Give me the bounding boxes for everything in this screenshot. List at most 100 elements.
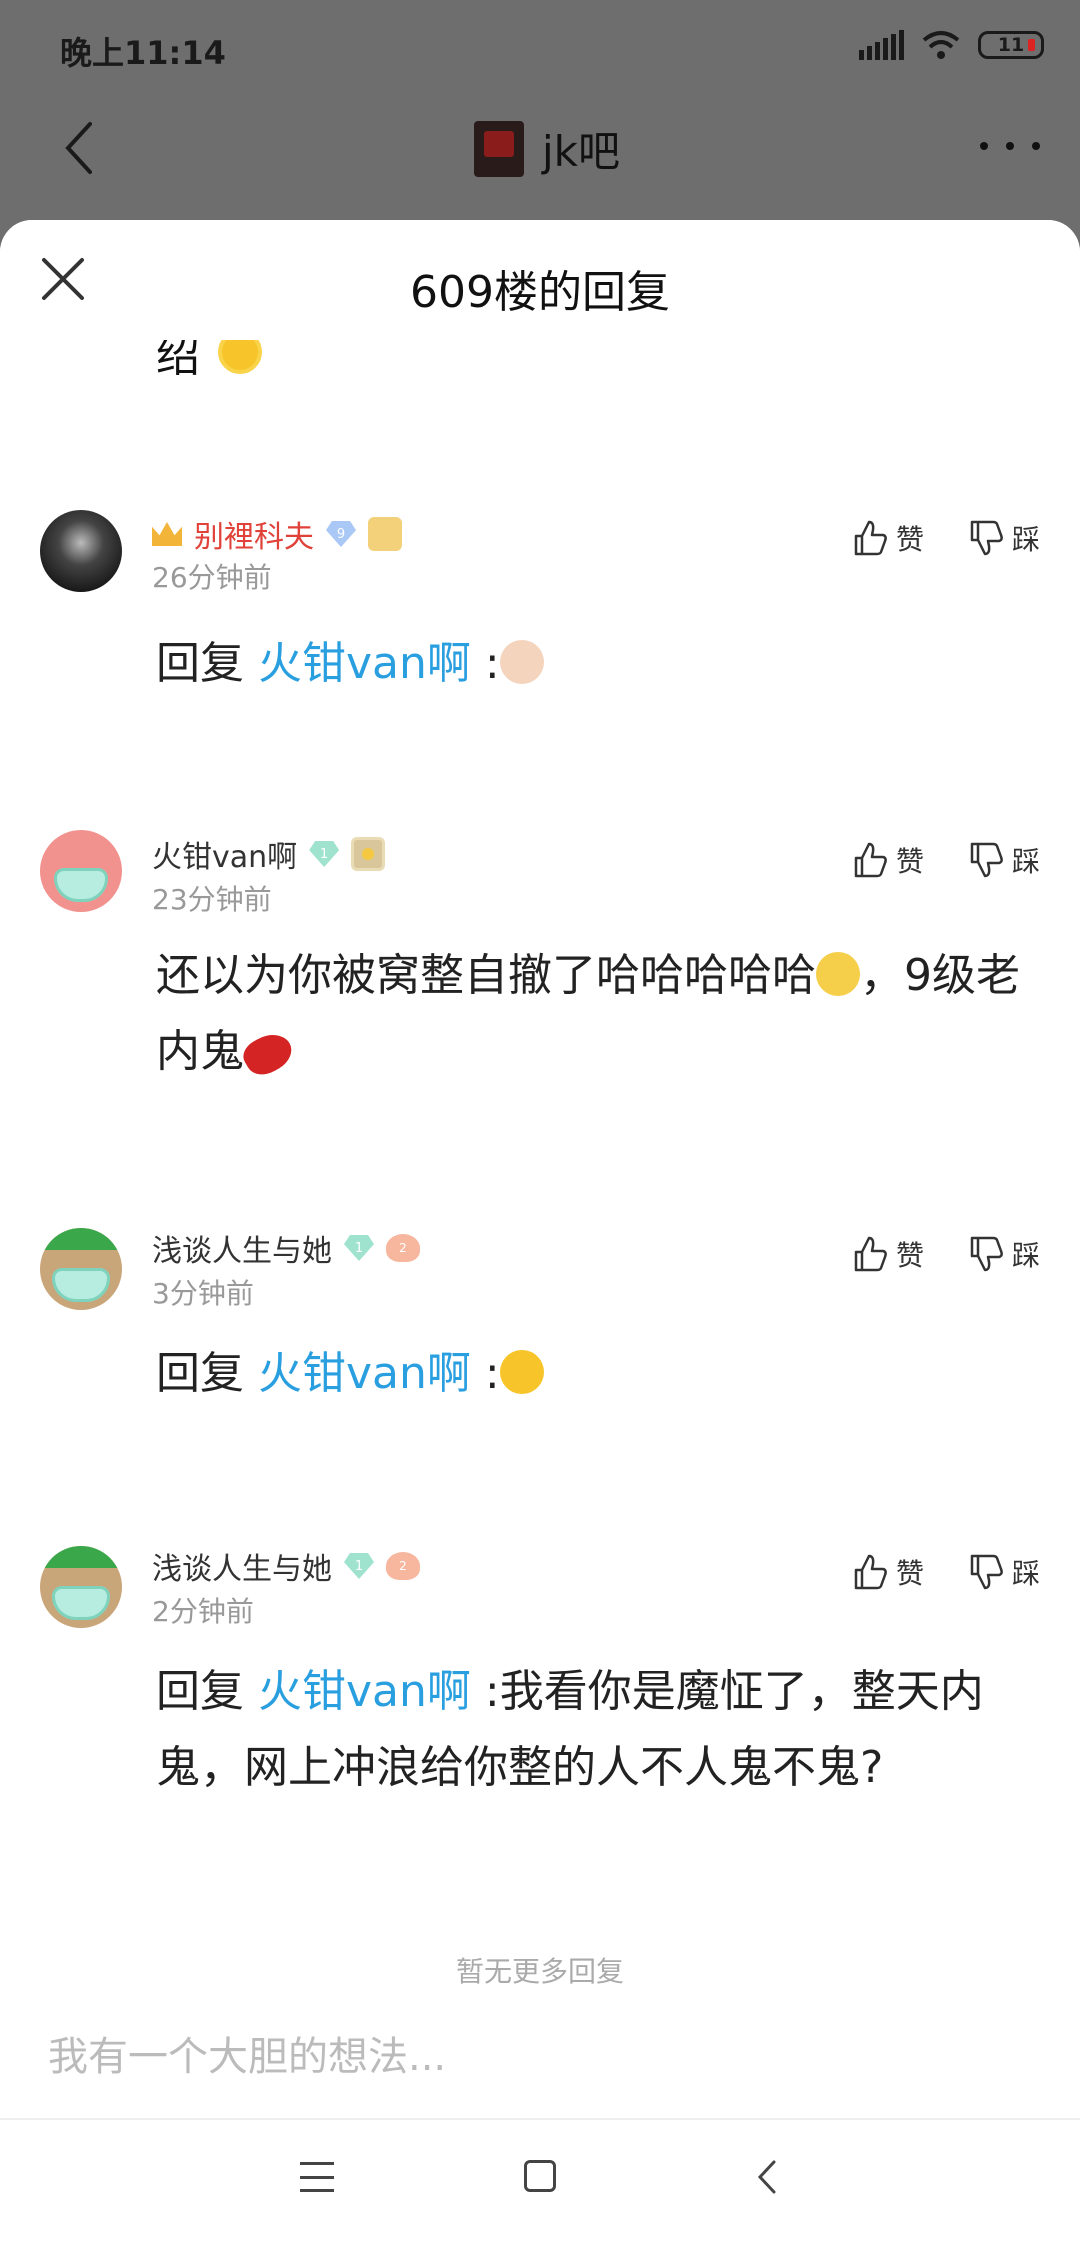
badge-number: 2: [399, 1241, 407, 1255]
reply-actions: 赞 踩: [852, 518, 1040, 558]
post-time: 26分钟前: [152, 561, 272, 594]
level-gem-icon: 1: [344, 1235, 374, 1261]
divider: [0, 2118, 1080, 2120]
reply-content: 回复 火钳van啊 :: [156, 626, 1040, 702]
reply-content: 还以为你被窝整自撤了哈哈哈哈哈 ，9级老内鬼: [156, 938, 1040, 1090]
level-gem-icon: 1: [309, 841, 340, 867]
battery-level: 11: [997, 34, 1025, 56]
avatar[interactable]: [40, 1546, 122, 1628]
like-label: 赞: [895, 845, 924, 878]
reply-actions: 赞 踩: [852, 1552, 1040, 1592]
username[interactable]: 火钳van啊: [152, 832, 297, 876]
menu-icon[interactable]: [300, 2162, 334, 2192]
like-button[interactable]: 赞: [852, 518, 924, 558]
avatar[interactable]: [40, 510, 122, 592]
sun-badge-icon: [351, 837, 386, 871]
no-more-replies: 暂无更多回复: [455, 1955, 624, 1988]
like-button[interactable]: 赞: [852, 840, 924, 880]
level-number: 1: [354, 1240, 364, 1256]
reply-content: 回复 火钳van啊 :我看你是魔怔了，整天内鬼，网上冲浪给你整的人不人鬼不鬼?: [156, 1654, 1040, 1806]
status-bar: 晚上11:14 11: [0, 0, 1080, 96]
level-number: 1: [354, 1558, 364, 1574]
like-label: 赞: [895, 1557, 924, 1590]
forum-logo: [474, 120, 524, 177]
thumbs-down-icon: [970, 842, 1003, 878]
reply-prefix: 回复: [156, 1666, 244, 1717]
status-time: 晚上11:14: [60, 34, 226, 72]
reply-text: :: [470, 638, 500, 689]
dislike-button[interactable]: 踩: [968, 518, 1040, 558]
thumbs-up-icon: [854, 1236, 887, 1272]
top-nav: jk吧: [0, 100, 1080, 200]
wifi-icon: [922, 31, 960, 59]
thumbs-up-icon: [854, 520, 887, 556]
dislike-label: 踩: [1011, 1239, 1040, 1272]
hands-badge-icon: 2: [386, 1234, 420, 1262]
reply-text: 还以为你被窝整自撤了哈哈哈哈哈: [156, 950, 816, 1001]
level-number: 1: [320, 846, 329, 862]
post-time: 3分钟前: [152, 1277, 254, 1310]
level-gem-icon: 1: [344, 1553, 374, 1579]
reply-sheet: 609楼的回复 绍 别裡科夫 9 26分钟前 赞 踩 回复 火钳van啊 : 火…: [0, 220, 1080, 2248]
name-row: 浅谈人生与她 1 2: [152, 1544, 420, 1588]
dislike-label: 踩: [1011, 523, 1040, 556]
thumbs-down-icon: [970, 520, 1003, 556]
post-time: 2分钟前: [152, 1595, 254, 1628]
sheet-header: 609楼的回复: [0, 220, 1080, 340]
status-icons: 11: [859, 30, 1044, 60]
thumbs-up-icon: [854, 842, 887, 878]
thumbs-down-icon: [970, 1554, 1003, 1590]
dislike-button[interactable]: 踩: [968, 1234, 1040, 1274]
like-label: 赞: [895, 523, 924, 556]
name-row: 火钳van啊 1: [152, 832, 386, 876]
reply-input-bar: [0, 2000, 1080, 2120]
battery-icon: 11: [978, 31, 1044, 59]
thumbs-down-icon: [970, 1236, 1003, 1272]
username[interactable]: 浅谈人生与她: [152, 1226, 332, 1270]
username[interactable]: 别裡科夫: [194, 512, 314, 556]
reply-prefix: 回复: [156, 638, 244, 689]
reply-input[interactable]: [48, 2022, 1038, 2092]
thumbs-up-icon: [854, 1554, 887, 1590]
mention-link[interactable]: 火钳van啊: [258, 1348, 471, 1399]
hands-badge-icon: 2: [386, 1552, 420, 1580]
reply-actions: 赞 踩: [852, 1234, 1040, 1274]
forum-name: jk吧: [542, 127, 620, 176]
dislike-label: 踩: [1011, 1557, 1040, 1590]
sheet-title: 609楼的回复: [410, 267, 670, 318]
avatar[interactable]: [40, 1228, 122, 1310]
level-gem-icon: 9: [326, 521, 356, 547]
system-nav-bar: [0, 2120, 1080, 2248]
dislike-button[interactable]: 踩: [968, 1552, 1040, 1592]
reply-actions: 赞 踩: [852, 840, 1040, 880]
leo-badge-icon: [368, 517, 402, 551]
home-icon[interactable]: [524, 2160, 556, 2192]
reply-prefix: 回复: [156, 1348, 244, 1399]
reply-text: :: [470, 1348, 500, 1399]
ok-hand-emoji-icon: [499, 1350, 544, 1394]
like-label: 赞: [895, 1239, 924, 1272]
dislike-button[interactable]: 踩: [968, 840, 1040, 880]
avatar[interactable]: [40, 830, 122, 912]
signal-icon: [859, 30, 904, 60]
level-number: 9: [336, 526, 346, 542]
mention-link[interactable]: 火钳van啊: [258, 638, 471, 689]
more-options-icon[interactable]: [980, 126, 1040, 166]
back-arrow-icon[interactable]: [56, 118, 106, 178]
forum-title[interactable]: jk吧: [474, 118, 620, 179]
mention-link[interactable]: 火钳van啊: [258, 1666, 471, 1717]
dislike-label: 踩: [1011, 845, 1040, 878]
laughing-emoji-icon: [816, 952, 860, 996]
chili-pepper-emoji-icon: [238, 1026, 298, 1082]
like-button[interactable]: 赞: [852, 1234, 924, 1274]
badge-number: 2: [399, 1559, 407, 1573]
crown-icon: [152, 522, 182, 546]
username[interactable]: 浅谈人生与她: [152, 1544, 332, 1588]
name-row: 浅谈人生与她 1 2: [152, 1226, 420, 1270]
like-button[interactable]: 赞: [852, 1552, 924, 1592]
name-row: 别裡科夫 9: [152, 512, 402, 556]
system-back-icon[interactable]: [752, 2158, 784, 2196]
post-time: 23分钟前: [152, 883, 272, 916]
reply-content: 回复 火钳van啊 :: [156, 1336, 1040, 1412]
ok-hand-emoji-icon: [499, 640, 544, 684]
